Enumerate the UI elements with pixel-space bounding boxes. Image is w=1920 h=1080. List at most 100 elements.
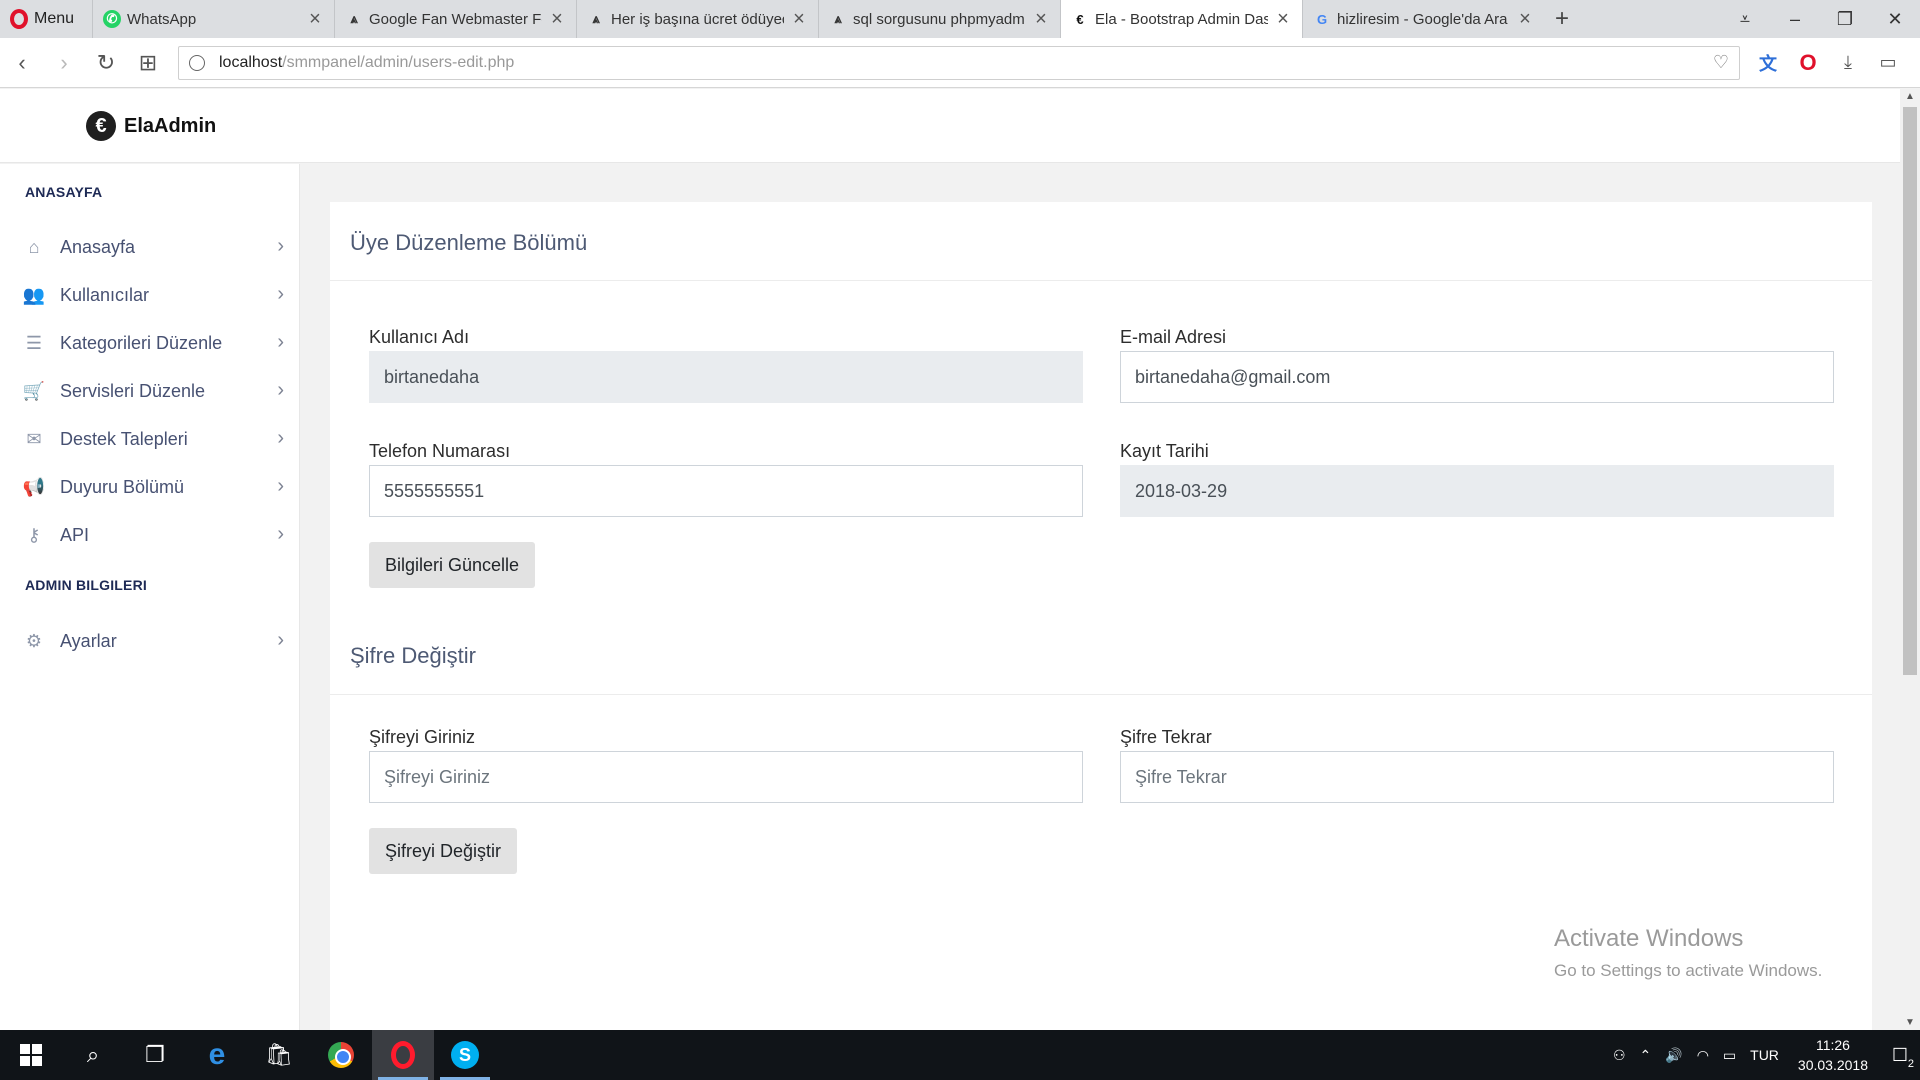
restore-icon[interactable]: ❐ — [1820, 0, 1870, 38]
sidebar-item-destek[interactable]: ✉ Destek Talepleri › — [0, 419, 300, 459]
update-info-button[interactable]: Bilgileri Güncelle — [369, 542, 536, 588]
chevron-right-icon: › — [277, 379, 284, 401]
sidebar-item-label: API — [60, 524, 90, 545]
back-button[interactable]: ‹ — [2, 43, 42, 83]
sidebar-item-kategoriler[interactable]: ☰ Kategorileri Düzenle › — [0, 323, 300, 363]
clock-date: 30.03.2018 — [1797, 1057, 1868, 1073]
sidebar-item-ayarlar[interactable]: ⚙ Ayarlar › — [0, 621, 300, 661]
battery-icon[interactable]: ▭ — [1868, 43, 1908, 83]
change-password-button[interactable]: Şifreyi Değiştir — [369, 828, 518, 874]
bullhorn-icon: 📢 — [22, 476, 46, 497]
task-view-icon[interactable]: ❐ — [124, 1030, 186, 1080]
volume-icon[interactable]: 🔊 — [1658, 1047, 1689, 1064]
tab-job-post[interactable]: ⩓ Her iş başına ücret ödüyec × — [576, 0, 818, 38]
translate-icon[interactable]: 文 — [1748, 43, 1788, 83]
close-tab-icon[interactable]: × — [790, 8, 808, 31]
scroll-down-arrow-icon[interactable]: ▼ — [1900, 1017, 1920, 1028]
chevron-right-icon: › — [277, 283, 284, 305]
store-icon[interactable]: 🛍 — [248, 1030, 310, 1080]
chrome-icon[interactable] — [310, 1030, 372, 1080]
password-confirm-label: Şifre Tekrar — [1120, 727, 1212, 747]
card-divider — [330, 280, 1872, 281]
ela-icon: € — [1076, 11, 1084, 27]
password-confirm-field[interactable] — [1120, 751, 1834, 803]
key-icon: ⚷ — [27, 524, 41, 545]
sidebar-item-label: Destek Talepleri — [60, 428, 188, 449]
email-field[interactable] — [1120, 351, 1834, 403]
password-field[interactable] — [369, 751, 1083, 803]
envelope-icon: ✉ — [26, 428, 42, 449]
download-icon[interactable]: ⤓ — [1828, 43, 1868, 83]
google-icon: G — [1316, 11, 1328, 27]
clock-time: 11:26 — [1815, 1037, 1850, 1053]
tab-webmaster-forum[interactable]: ⩓ Google Fan Webmaster Fo × — [334, 0, 576, 38]
tab-sql-query[interactable]: ⩓ sql sorgusunu phpmyadm × — [818, 0, 1060, 38]
sidebar-item-label: Servisleri Düzenle — [60, 380, 206, 401]
bookmark-heart-icon[interactable]: ♡ — [1713, 52, 1729, 73]
tab-title: Google Fan Webmaster Fo — [369, 10, 542, 28]
search-icon[interactable]: ⌕ — [62, 1030, 124, 1080]
window-controls: ⩡ – ❐ ✕ — [1720, 0, 1920, 38]
phone-field[interactable] — [369, 465, 1083, 517]
globe-icon — [189, 54, 205, 71]
cart-icon: 🛒 — [22, 380, 46, 401]
url-field[interactable]: localhost/smmpanel/admin/users-edit.php … — [178, 45, 1740, 80]
sidebar-item-label: Kategorileri Düzenle — [60, 332, 223, 353]
sidebar-item-api[interactable]: ⚷ API › — [0, 515, 300, 555]
sidebar-item-servisler[interactable]: 🛒 Servisleri Düzenle › — [0, 371, 300, 411]
user-edit-card: Üye Düzenleme Bölümü Kullanıcı Adı E-mai… — [330, 202, 1872, 606]
battery-tray-icon[interactable]: ▭ — [1716, 1047, 1743, 1064]
language-indicator[interactable]: TUR — [1743, 1047, 1786, 1063]
opera-vpn-icon[interactable]: O — [1788, 43, 1828, 83]
sidebar: ANASAYFA ⌂ Anasayfa › 👥 Kullanıcılar › ☰… — [0, 164, 300, 1030]
nav-section-home: ANASAYFA — [25, 184, 103, 200]
minimize-icon[interactable]: – — [1770, 0, 1820, 38]
webmaster-icon: ⩓ — [834, 11, 842, 26]
new-tab-button[interactable]: + — [1544, 0, 1580, 38]
skype-icon[interactable]: S — [434, 1030, 496, 1080]
opera-menu-button[interactable]: Menu — [0, 0, 92, 38]
edge-icon[interactable]: e — [186, 1030, 248, 1080]
tab-google-search[interactable]: G hizliresim - Google'da Ara × — [1302, 0, 1544, 38]
sidebar-item-label: Kullanıcılar — [60, 284, 150, 305]
close-tab-icon[interactable]: × — [548, 8, 566, 31]
username-field[interactable] — [369, 351, 1083, 403]
chevron-right-icon: › — [277, 235, 284, 257]
close-window-icon[interactable]: ✕ — [1870, 0, 1920, 38]
tab-menu-icon[interactable]: ⩡ — [1720, 0, 1770, 38]
sidebar-item-anasayfa[interactable]: ⌂ Anasayfa › — [0, 227, 300, 267]
clock[interactable]: 11:26 30.03.2018 — [1786, 1035, 1880, 1075]
notification-center-icon[interactable]: ☐ 2 — [1880, 1030, 1920, 1080]
forward-button[interactable]: › — [44, 43, 84, 83]
menu-label: Menu — [34, 10, 75, 27]
home-icon: ⌂ — [28, 236, 40, 257]
opera-taskbar-icon[interactable] — [372, 1030, 434, 1080]
scroll-up-arrow-icon[interactable]: ▲ — [1900, 91, 1920, 102]
close-tab-icon[interactable]: × — [306, 8, 324, 31]
start-button[interactable] — [0, 1030, 62, 1080]
address-bar: ‹ › ↻ ⊞ localhost/smmpanel/admin/users-e… — [0, 38, 1920, 88]
close-tab-icon[interactable]: × — [1516, 8, 1534, 31]
tab-ela-admin[interactable]: € Ela - Bootstrap Admin Das × — [1060, 0, 1302, 38]
wifi-icon[interactable]: ◠ — [1690, 1047, 1716, 1064]
reload-button[interactable]: ↻ — [86, 43, 126, 83]
close-tab-icon[interactable]: × — [1274, 8, 1292, 31]
page-scrollbar[interactable]: ▲ ▼ — [1900, 89, 1920, 1030]
registration-date-field[interactable] — [1120, 465, 1834, 517]
password-label: Şifreyi Giriniz — [369, 727, 476, 747]
phone-label: Telefon Numarası — [369, 441, 511, 461]
people-icon[interactable]: ⚇ — [1606, 1047, 1633, 1064]
sidebar-item-kullanicilar[interactable]: 👥 Kullanıcılar › — [0, 275, 300, 315]
notification-count: 2 — [1907, 1058, 1914, 1070]
scrollbar-thumb[interactable] — [1903, 107, 1917, 675]
chevron-up-icon[interactable]: ⌃ — [1633, 1047, 1659, 1064]
speed-dial-button[interactable]: ⊞ — [128, 43, 168, 83]
brand-logo[interactable]: € ElaAdmin — [86, 111, 216, 141]
close-tab-icon[interactable]: × — [1032, 8, 1050, 31]
tab-whatsapp[interactable]: ✆ WhatsApp × — [92, 0, 334, 38]
tab-title: hizliresim - Google'da Ara — [1337, 10, 1508, 28]
list-icon: ☰ — [25, 332, 43, 353]
tab-title: Her iş başına ücret ödüyec — [611, 10, 784, 28]
sidebar-item-duyuru[interactable]: 📢 Duyuru Bölümü › — [0, 467, 300, 507]
webmaster-icon: ⩓ — [592, 11, 600, 26]
